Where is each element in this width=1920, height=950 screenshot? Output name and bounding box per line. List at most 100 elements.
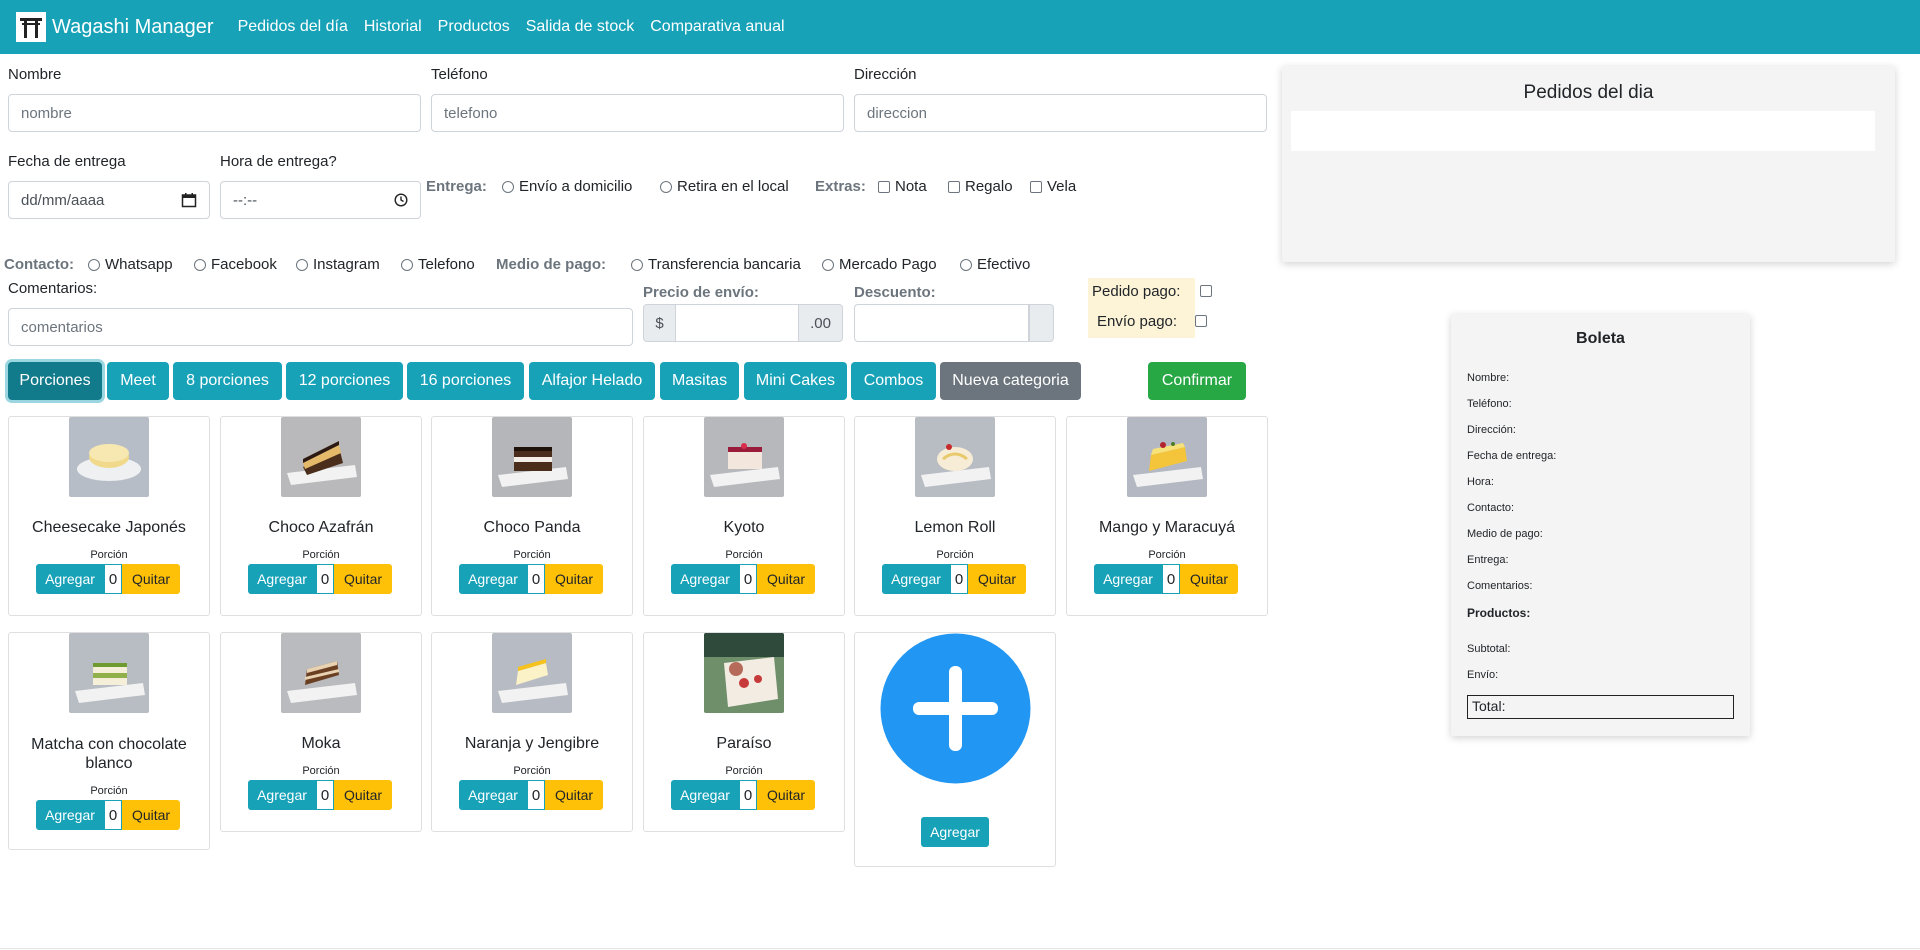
radio-icon[interactable] (502, 181, 514, 194)
direccion-input[interactable] (854, 94, 1267, 132)
add-product-button[interactable]: Agregar (921, 817, 989, 847)
remove-button[interactable]: Quitar (757, 564, 815, 594)
contacto-facebook[interactable]: Facebook (194, 256, 277, 273)
nombre-input[interactable] (8, 94, 421, 132)
telefono-input[interactable] (431, 94, 844, 132)
remove-button[interactable]: Quitar (968, 564, 1026, 594)
radio-icon[interactable] (88, 259, 100, 272)
pago-efectivo[interactable]: Efectivo (960, 256, 1030, 273)
brand[interactable]: Wagashi Manager (16, 12, 214, 42)
nav-comparativa-anual[interactable]: Comparativa anual (650, 18, 784, 36)
quantity-value[interactable]: 0 (104, 800, 122, 830)
add-button[interactable]: Agregar (36, 564, 104, 594)
add-button[interactable]: Agregar (882, 564, 950, 594)
radio-icon[interactable] (194, 259, 206, 272)
extra-nota[interactable]: Nota (878, 178, 927, 195)
remove-button[interactable]: Quitar (757, 780, 815, 810)
quantity-value[interactable]: 0 (316, 780, 334, 810)
quantity-value[interactable]: 0 (527, 780, 545, 810)
remove-button[interactable]: Quitar (122, 564, 180, 594)
nav-historial[interactable]: Historial (364, 18, 422, 36)
product-unit: Porción (90, 549, 128, 561)
quantity-value[interactable]: 0 (316, 564, 334, 594)
pedido-pago-checkbox[interactable] (1200, 285, 1212, 297)
fecha-input[interactable]: dd/mm/aaaa (8, 181, 210, 219)
comentarios-input[interactable] (8, 308, 633, 346)
add-button[interactable]: Agregar (248, 564, 316, 594)
product-card: Moka Porción Agregar 0 Quitar (220, 632, 422, 832)
quantity-value[interactable]: 0 (104, 564, 122, 594)
extra-regalo[interactable]: Regalo (948, 178, 1013, 195)
remove-button[interactable]: Quitar (545, 564, 603, 594)
pago-transferencia[interactable]: Transferencia bancaria (631, 256, 801, 273)
nav-productos[interactable]: Productos (438, 18, 510, 36)
quantity-value[interactable]: 0 (1162, 564, 1180, 594)
hora-input[interactable]: --:-- (220, 181, 421, 219)
quantity-value[interactable]: 0 (950, 564, 968, 594)
boleta-entrega: Entrega: (1467, 554, 1509, 566)
entrega-option-domicilio[interactable]: Envío a domicilio (502, 178, 632, 195)
pago-mercado-pago[interactable]: Mercado Pago (822, 256, 937, 273)
radio-icon[interactable] (822, 259, 834, 272)
checkbox-icon[interactable] (878, 181, 890, 194)
remove-button[interactable]: Quitar (334, 780, 392, 810)
category-16-porciones[interactable]: 16 porciones (407, 362, 524, 400)
radio-icon[interactable] (631, 259, 643, 272)
confirm-button[interactable]: Confirmar (1148, 362, 1246, 400)
category-12-porciones[interactable]: 12 porciones (286, 362, 403, 400)
quantity-value[interactable]: 0 (527, 564, 545, 594)
clock-icon[interactable] (394, 193, 408, 207)
category-combos[interactable]: Combos (851, 362, 936, 400)
add-button[interactable]: Agregar (671, 564, 739, 594)
nav-salida-de-stock[interactable]: Salida de stock (526, 18, 635, 36)
contacto-telefono[interactable]: Telefono (401, 256, 475, 273)
precio-envio-input[interactable] (676, 304, 798, 342)
remove-button[interactable]: Quitar (545, 780, 603, 810)
add-button[interactable]: Agregar (459, 780, 527, 810)
quantity-value[interactable]: 0 (739, 564, 757, 594)
contacto-instagram[interactable]: Instagram (296, 256, 380, 273)
radio-icon[interactable] (296, 259, 308, 272)
descuento-input[interactable] (854, 304, 1029, 342)
add-button[interactable]: Agregar (248, 780, 316, 810)
radio-icon[interactable] (660, 181, 672, 194)
checkbox-icon[interactable] (1030, 181, 1042, 194)
nav-pedidos-del-dia[interactable]: Pedidos del día (238, 18, 348, 36)
descuento-label: Descuento: (854, 284, 936, 301)
option-label: Instagram (313, 256, 380, 273)
add-button[interactable]: Agregar (671, 780, 739, 810)
remove-button[interactable]: Quitar (122, 800, 180, 830)
category-porciones[interactable]: Porciones (8, 362, 102, 400)
envio-pago-label: Envío pago: (1097, 313, 1178, 330)
category-meet[interactable]: Meet (107, 362, 169, 400)
category-alfajor-helado[interactable]: Alfajor Helado (529, 362, 655, 400)
nombre-label: Nombre (8, 66, 62, 83)
hora-placeholder: --:-- (233, 191, 258, 209)
category-nueva[interactable]: Nueva categoria (940, 362, 1081, 400)
calendar-icon[interactable] (181, 192, 197, 208)
remove-button[interactable]: Quitar (1180, 564, 1238, 594)
radio-icon[interactable] (960, 259, 972, 272)
radio-icon[interactable] (401, 259, 413, 272)
quantity-value[interactable]: 0 (739, 780, 757, 810)
boleta-total: Total: (1467, 695, 1734, 719)
category-mini-cakes[interactable]: Mini Cakes (744, 362, 847, 400)
checkbox-icon[interactable] (948, 181, 960, 194)
extras-label: Extras: (815, 178, 866, 195)
boleta-title: Boleta (1576, 330, 1625, 347)
add-button[interactable]: Agregar (1094, 564, 1162, 594)
add-button[interactable]: Agregar (36, 800, 104, 830)
product-name: Kyoto (723, 519, 765, 536)
plus-circle-icon[interactable] (880, 633, 1031, 784)
product-name: Mango y Maracuyá (1098, 519, 1236, 536)
contacto-whatsapp[interactable]: Whatsapp (88, 256, 173, 273)
telefono-label: Teléfono (431, 66, 488, 83)
category-8-porciones[interactable]: 8 porciones (173, 362, 282, 400)
remove-button[interactable]: Quitar (334, 564, 392, 594)
envio-pago-checkbox[interactable] (1195, 315, 1207, 327)
quantity-control: Agregar 0 Quitar (671, 780, 815, 810)
entrega-option-local[interactable]: Retira en el local (660, 178, 789, 195)
add-button[interactable]: Agregar (459, 564, 527, 594)
category-masitas[interactable]: Masitas (660, 362, 739, 400)
extra-vela[interactable]: Vela (1030, 178, 1076, 195)
